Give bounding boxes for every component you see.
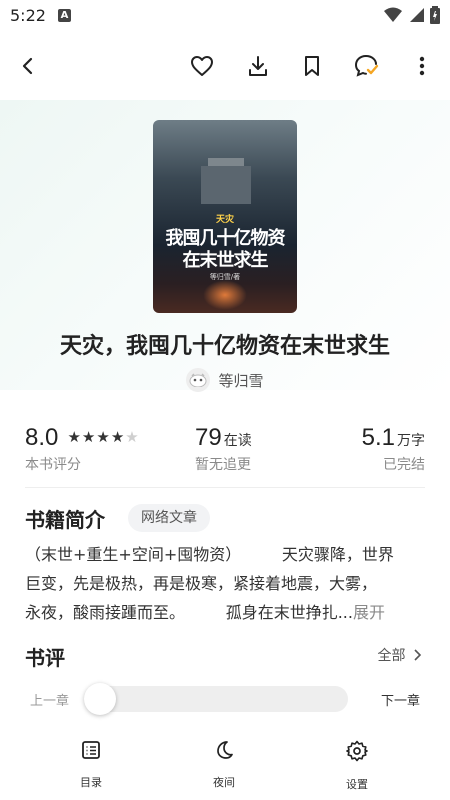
more-button[interactable] (404, 48, 440, 84)
bottom-navigation: 目录 夜间 设置 (0, 730, 450, 800)
download-button[interactable] (240, 48, 276, 84)
settings-label: 设置 (346, 778, 368, 791)
download-icon (249, 56, 267, 76)
star-icon: ★ (110, 428, 125, 446)
toc-label: 目录 (80, 776, 102, 789)
favorite-button[interactable] (184, 48, 220, 84)
intro-heading: 书籍简介 (25, 508, 105, 532)
book-title: 天灾，我囤几十亿物资在末世求生 (59, 334, 390, 359)
intro-line-3: 永夜，酸雨接踵而至。 孤身在末世挣扎...展开 (25, 598, 425, 627)
chapter-progress-track[interactable] (84, 686, 348, 712)
cover-house (201, 166, 251, 204)
chapter-navigation: 上一章 下一章 (0, 680, 450, 718)
bookmark-button[interactable] (294, 48, 330, 84)
status-time: 5:22 (10, 6, 46, 25)
rating-value: 8.0 (25, 424, 59, 451)
rating-stars: ★ ★ ★ ★ ★ (67, 428, 138, 446)
signal-icon (410, 8, 424, 22)
status-icons (384, 6, 440, 24)
all-reviews-label: 全部 (377, 648, 406, 664)
night-mode-button[interactable]: 夜间 (184, 740, 264, 790)
back-button[interactable] (10, 48, 46, 84)
toc-button[interactable]: 目录 (51, 740, 131, 790)
night-mode-label: 夜间 (213, 776, 235, 789)
cover-title-line2: 在末世求生 (182, 250, 269, 271)
genre-tag[interactable]: 网络文章 (128, 504, 210, 532)
list-icon (82, 741, 100, 759)
words-value: 5.1 (361, 424, 395, 451)
heart-icon (191, 56, 213, 76)
more-vertical-icon (419, 56, 425, 76)
chapter-progress-thumb[interactable] (84, 683, 116, 715)
next-chapter-button[interactable]: 下一章 (381, 690, 420, 709)
stats-row: 8.0 ★ ★ ★ ★ ★ 本书评分 79 在读 暂无追更 5.1 万字 已完结 (0, 424, 450, 474)
readers-label: 暂无追更 (195, 457, 251, 473)
comment-icon (354, 55, 379, 77)
wifi-icon (384, 7, 402, 22)
rating-stat: 8.0 ★ ★ ★ ★ ★ 本书评分 (25, 424, 139, 474)
chevron-right-icon (414, 649, 422, 661)
star-icon: ★ (67, 428, 81, 446)
prev-chapter-button[interactable]: 上一章 (30, 690, 69, 709)
intro-line-2: 巨变，先是极热，再是极寒，紧接着地震，大雾， (25, 574, 378, 593)
author-avatar-icon (189, 373, 207, 387)
battery-icon (430, 6, 440, 24)
top-toolbar (0, 40, 450, 90)
all-reviews-link[interactable]: 全部 (378, 645, 422, 665)
reviews-heading: 书评 (25, 646, 65, 670)
settings-button[interactable]: 设置 (317, 740, 397, 792)
author-name: 等归雪 (218, 371, 264, 390)
intro-line-1: （末世+重生+空间+囤物资） 天灾骤降，世界 (25, 545, 394, 564)
readers-value: 79 (195, 424, 222, 451)
readers-unit: 在读 (223, 433, 252, 449)
comment-button[interactable] (349, 48, 385, 84)
book-cover[interactable]: 天灾 我囤几十亿物资 在末世求生 等归雪/著 (153, 120, 297, 313)
intro-text[interactable]: （末世+重生+空间+囤物资） 天灾骤降，世界 巨变，先是极热，再是极寒，紧接着地… (25, 540, 425, 627)
back-arrow-icon (22, 57, 33, 75)
bookmark-icon (305, 56, 319, 76)
rating-label: 本书评分 (25, 457, 81, 473)
cover-author: 等归雪/著 (209, 273, 241, 281)
author-avatar (186, 368, 211, 392)
gear-icon (346, 740, 368, 762)
divider (25, 487, 425, 488)
star-empty-icon: ★ (125, 428, 139, 446)
star-icon: ★ (96, 428, 110, 446)
words-label: 已完结 (383, 457, 425, 473)
moon-icon (217, 741, 233, 759)
words-stat: 5.1 万字 已完结 (362, 424, 425, 474)
words-unit: 万字 (397, 433, 425, 449)
readers-stat: 79 在读 暂无追更 (195, 424, 252, 474)
intro-line-3-text: 永夜，酸雨接踵而至。 孤身在末世挣扎... (25, 603, 353, 622)
cover-glow (203, 280, 247, 310)
status-bar: 5:22 A (0, 0, 450, 32)
author-row[interactable]: 等归雪 (0, 368, 450, 392)
star-icon: ★ (81, 428, 96, 446)
notification-badge: A (58, 9, 71, 22)
expand-link[interactable]: 展开 (353, 603, 385, 622)
